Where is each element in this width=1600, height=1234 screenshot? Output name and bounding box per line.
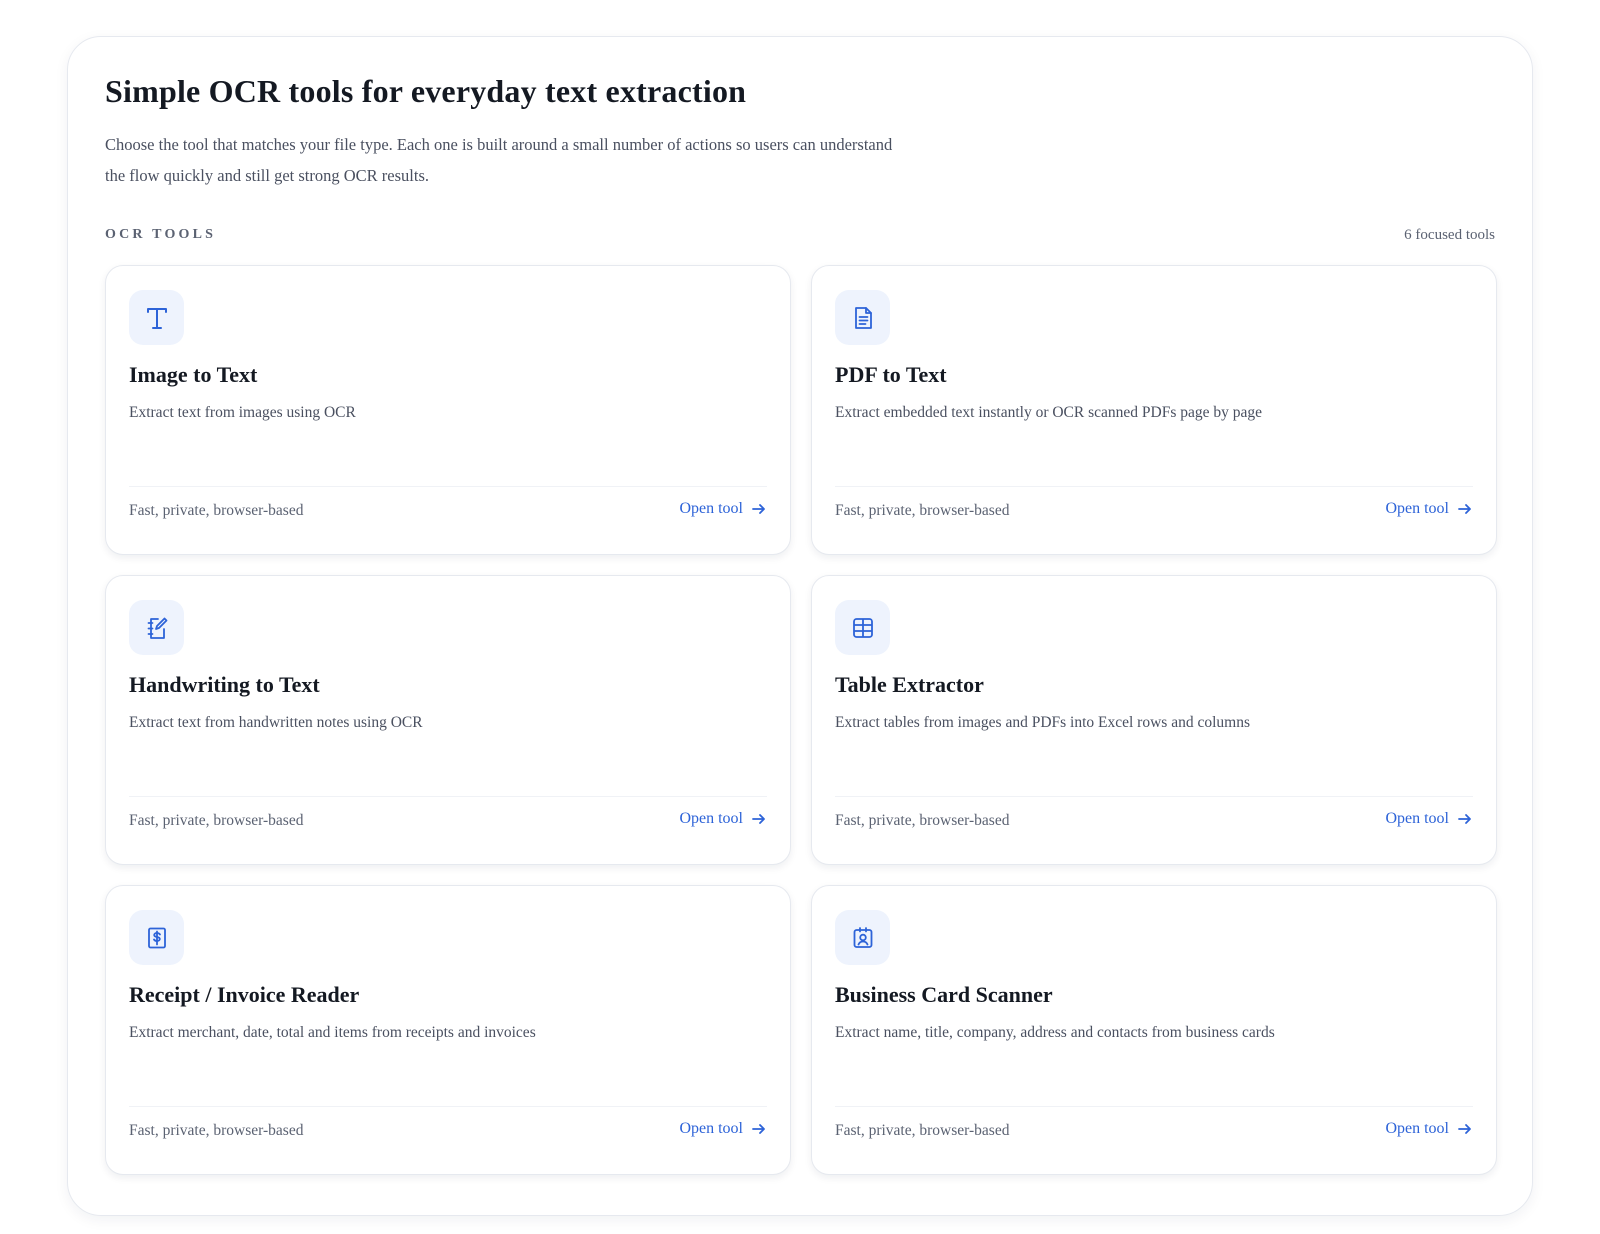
open-tool-link[interactable]: Open tool xyxy=(679,810,767,828)
tool-card-table-extractor[interactable]: Table Extractor Extract tables from imag… xyxy=(811,575,1497,865)
document-icon xyxy=(835,290,890,345)
contact-card-icon xyxy=(835,910,890,965)
tool-note: Fast, private, browser-based xyxy=(129,812,304,829)
page-intro: Choose the tool that matches your file t… xyxy=(105,129,1005,191)
card-divider xyxy=(129,486,767,487)
tool-title: Handwriting to Text xyxy=(129,672,320,697)
tool-description: Extract text from handwritten notes usin… xyxy=(129,714,423,731)
open-tool-label: Open tool xyxy=(679,1120,743,1137)
open-tool-label: Open tool xyxy=(1385,500,1449,517)
tool-description: Extract tables from images and PDFs into… xyxy=(835,714,1250,731)
tool-description: Extract embedded text instantly or OCR s… xyxy=(835,404,1263,421)
open-tool-link[interactable]: Open tool xyxy=(1385,1120,1473,1138)
card-divider xyxy=(835,796,1473,797)
page-intro-line-2: the flow quickly and still get strong OC… xyxy=(105,166,430,185)
arrow-right-icon xyxy=(751,811,767,827)
open-tool-label: Open tool xyxy=(679,500,743,517)
table-icon xyxy=(835,600,890,655)
ocr-tools-panel: Simple OCR tools for everyday text extra… xyxy=(67,36,1533,1216)
tool-card-pdf-to-text[interactable]: PDF to Text Extract embedded text instan… xyxy=(811,265,1497,555)
arrow-right-icon xyxy=(1457,811,1473,827)
tool-card-receipt-invoice-reader[interactable]: Receipt / Invoice Reader Extract merchan… xyxy=(105,885,791,1175)
tool-note: Fast, private, browser-based xyxy=(129,1122,304,1139)
tool-title: Receipt / Invoice Reader xyxy=(129,982,360,1007)
notebook-pen-icon xyxy=(129,600,184,655)
section-label: OCR TOOLS xyxy=(105,227,217,242)
open-tool-label: Open tool xyxy=(1385,1120,1449,1137)
tool-description: Extract name, title, company, address an… xyxy=(835,1024,1275,1041)
open-tool-link[interactable]: Open tool xyxy=(1385,500,1473,518)
page-intro-line-1: Choose the tool that matches your file t… xyxy=(105,135,893,154)
tool-title: Business Card Scanner xyxy=(835,982,1053,1007)
tool-title: Image to Text xyxy=(129,362,258,387)
tool-grid: Image to Text Extract text from images u… xyxy=(105,265,1497,1175)
tool-description: Extract text from images using OCR xyxy=(129,404,356,421)
open-tool-link[interactable]: Open tool xyxy=(1385,810,1473,828)
arrow-right-icon xyxy=(751,501,767,517)
tool-title: PDF to Text xyxy=(835,362,947,387)
tool-title: Table Extractor xyxy=(835,672,984,697)
open-tool-label: Open tool xyxy=(1385,810,1449,827)
tool-note: Fast, private, browser-based xyxy=(835,812,1010,829)
tool-card-handwriting-to-text[interactable]: Handwriting to Text Extract text from ha… xyxy=(105,575,791,865)
tool-description: Extract merchant, date, total and items … xyxy=(129,1024,536,1041)
card-divider xyxy=(129,1106,767,1107)
tool-card-business-card-scanner[interactable]: Business Card Scanner Extract name, titl… xyxy=(811,885,1497,1175)
tool-note: Fast, private, browser-based xyxy=(129,502,304,519)
card-divider xyxy=(129,796,767,797)
card-divider xyxy=(835,486,1473,487)
arrow-right-icon xyxy=(1457,501,1473,517)
tool-card-image-to-text[interactable]: Image to Text Extract text from images u… xyxy=(105,265,791,555)
card-divider xyxy=(835,1106,1473,1107)
text-t-icon xyxy=(129,290,184,345)
arrow-right-icon xyxy=(1457,1121,1473,1137)
arrow-right-icon xyxy=(751,1121,767,1137)
open-tool-link[interactable]: Open tool xyxy=(679,1120,767,1138)
page-title: Simple OCR tools for everyday text extra… xyxy=(105,73,747,109)
open-tool-label: Open tool xyxy=(679,810,743,827)
tool-note: Fast, private, browser-based xyxy=(835,502,1010,519)
tool-count: 6 focused tools xyxy=(1404,227,1495,243)
tool-note: Fast, private, browser-based xyxy=(835,1122,1010,1139)
open-tool-link[interactable]: Open tool xyxy=(679,500,767,518)
receipt-dollar-icon xyxy=(129,910,184,965)
